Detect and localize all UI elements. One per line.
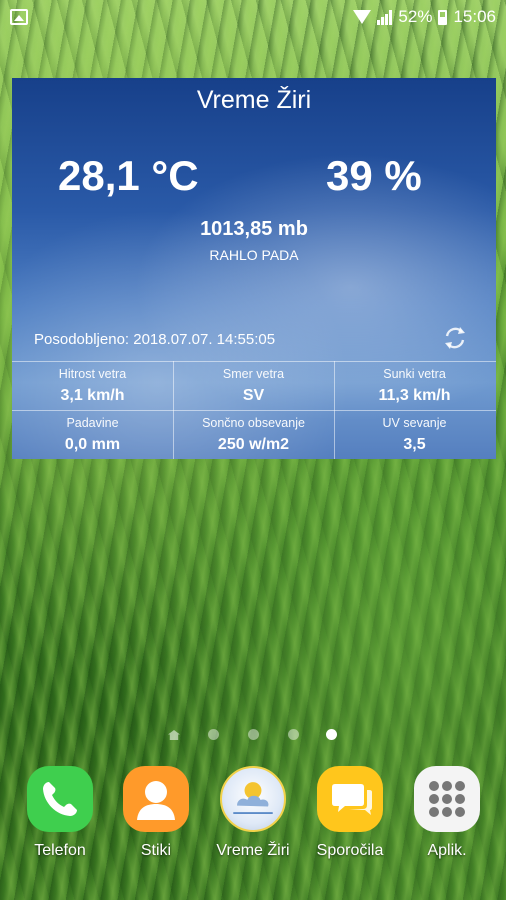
- temperature: 28,1 °C: [58, 152, 199, 199]
- page-dot[interactable]: [208, 729, 219, 740]
- messages-icon: [317, 766, 383, 832]
- clock: 15:06: [453, 7, 496, 26]
- app-label: Aplik.: [427, 842, 467, 859]
- wifi-icon: [353, 10, 372, 24]
- weather-widget[interactable]: Vreme Žiri 28,1 °C 39 % 1013,85 mb RAHLO…: [12, 78, 496, 459]
- status-bar: 52% 15:06: [0, 0, 506, 36]
- stat-value: 3,1 km/h: [60, 387, 125, 404]
- app-aplik[interactable]: Aplik.: [397, 764, 497, 874]
- app-vreme-ziri[interactable]: Vreme Žiri: [203, 764, 303, 874]
- stat-label: Padavine: [66, 416, 119, 430]
- pressure-trend: RAHLO PADA: [209, 247, 299, 263]
- battery-percent: 52%: [398, 7, 433, 26]
- humidity: 39 %: [326, 152, 422, 199]
- stat-solar-radiation: Sončno obsevanje 250 w/m2: [173, 410, 334, 459]
- stat-wind-speed: Hitrost vetra 3,1 km/h: [12, 361, 173, 410]
- stat-value: 11,3 km/h: [378, 387, 451, 404]
- page-dot[interactable]: [288, 729, 299, 740]
- refresh-icon[interactable]: [442, 325, 468, 351]
- stat-wind-gusts: Sunki vetra 11,3 km/h: [334, 361, 495, 410]
- stat-label: UV sevanje: [382, 416, 447, 430]
- stat-uv-index: UV sevanje 3,5: [334, 410, 495, 459]
- contact-icon: [123, 766, 189, 832]
- stat-label: Sončno obsevanje: [202, 416, 305, 430]
- stat-wind-direction: Smer vetra SV: [173, 361, 334, 410]
- apps-grid-icon: [414, 766, 480, 832]
- weather-app-icon: [220, 766, 286, 832]
- app-stiki[interactable]: Stiki: [106, 764, 206, 874]
- pressure: 1013,85 mb: [200, 218, 308, 240]
- page-dot[interactable]: [248, 729, 259, 740]
- app-sporocila[interactable]: Sporočila: [300, 764, 400, 874]
- stat-value: 3,5: [403, 436, 426, 453]
- app-telefon[interactable]: Telefon: [10, 764, 110, 874]
- gallery-notification-icon: [10, 9, 28, 25]
- stat-label: Smer vetra: [222, 367, 285, 381]
- phone-icon: [27, 766, 93, 832]
- page-dot-active[interactable]: [326, 729, 337, 740]
- stat-label: Sunki vetra: [383, 367, 446, 381]
- status-icons: 52% 15:06: [353, 7, 496, 27]
- updated-timestamp: Posodobljeno: 2018.07.07. 14:55:05: [34, 331, 276, 348]
- stat-value: SV: [242, 387, 265, 404]
- stat-value: 250 w/m2: [217, 436, 290, 453]
- stat-label: Hitrost vetra: [58, 367, 127, 381]
- stat-precipitation: Padavine 0,0 mm: [12, 410, 173, 459]
- battery-icon: [438, 9, 448, 25]
- page-indicator: [0, 729, 506, 741]
- stat-value: 0,0 mm: [64, 436, 121, 453]
- signal-icon: [377, 9, 393, 25]
- widget-title: Vreme Žiri: [196, 86, 312, 114]
